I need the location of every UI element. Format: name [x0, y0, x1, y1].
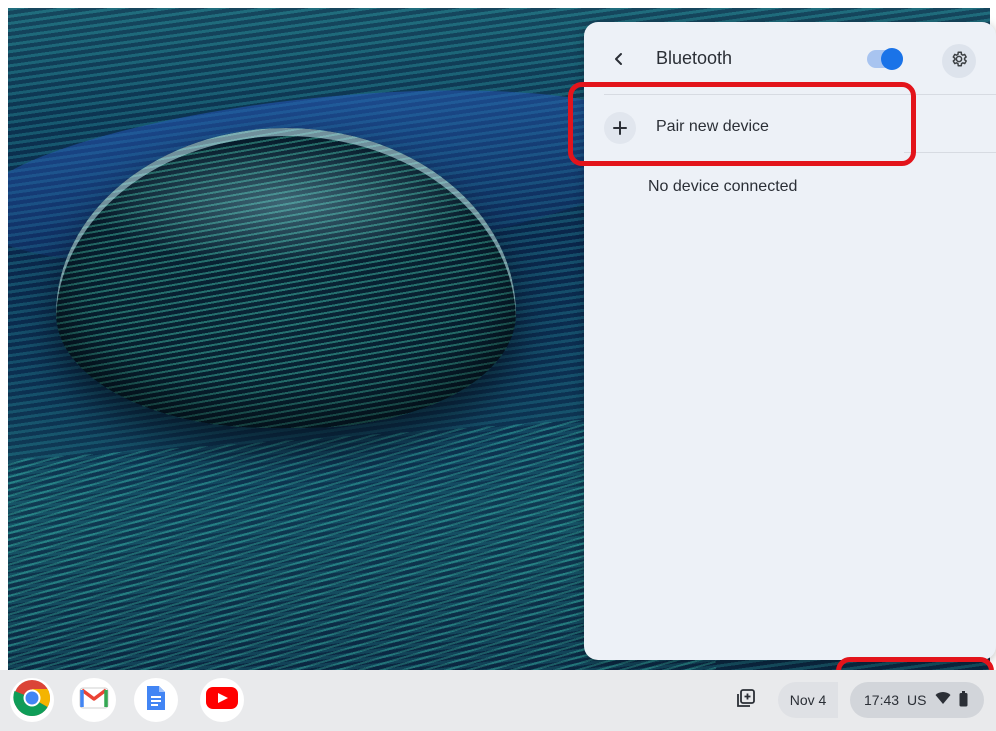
docs-app-button[interactable]: [134, 678, 178, 722]
youtube-app-button[interactable]: [200, 678, 244, 722]
youtube-icon: [205, 686, 239, 715]
pair-new-device-button[interactable]: Pair new device: [592, 98, 986, 156]
chevron-left-icon: [611, 51, 627, 72]
battery-icon: [959, 690, 968, 710]
status-area-button[interactable]: 17:43 US: [850, 682, 984, 718]
docs-icon: [145, 684, 167, 717]
row-divider: [904, 152, 996, 153]
gmail-app-button[interactable]: [72, 678, 116, 722]
input-method-indicator: US: [907, 692, 927, 708]
date-tray[interactable]: Nov 4: [778, 682, 838, 718]
shelf: Nov 4 17:43 US: [0, 670, 996, 731]
chrome-app-button[interactable]: [10, 678, 54, 722]
toggle-knob: [881, 48, 903, 70]
gmail-icon: [79, 686, 109, 715]
clock-time: 17:43: [864, 692, 900, 708]
gear-icon: [950, 50, 968, 73]
no-device-message: No device connected: [648, 178, 798, 195]
plus-icon: [604, 112, 636, 144]
chrome-icon: [13, 679, 51, 722]
bluetooth-settings-button[interactable]: [942, 44, 976, 78]
screen-capture-button[interactable]: [726, 682, 766, 718]
bluetooth-toggle[interactable]: [867, 48, 903, 70]
bluetooth-header: Bluetooth: [584, 22, 996, 92]
pair-new-device-label: Pair new device: [656, 118, 769, 135]
back-button[interactable]: [604, 46, 634, 76]
panel-title: Bluetooth: [656, 48, 733, 68]
wifi-icon: [935, 692, 951, 708]
header-divider: [604, 94, 996, 95]
add-to-clipboard-icon: [736, 688, 756, 713]
bluetooth-panel: Bluetooth Pair new device No device conn…: [584, 22, 996, 660]
